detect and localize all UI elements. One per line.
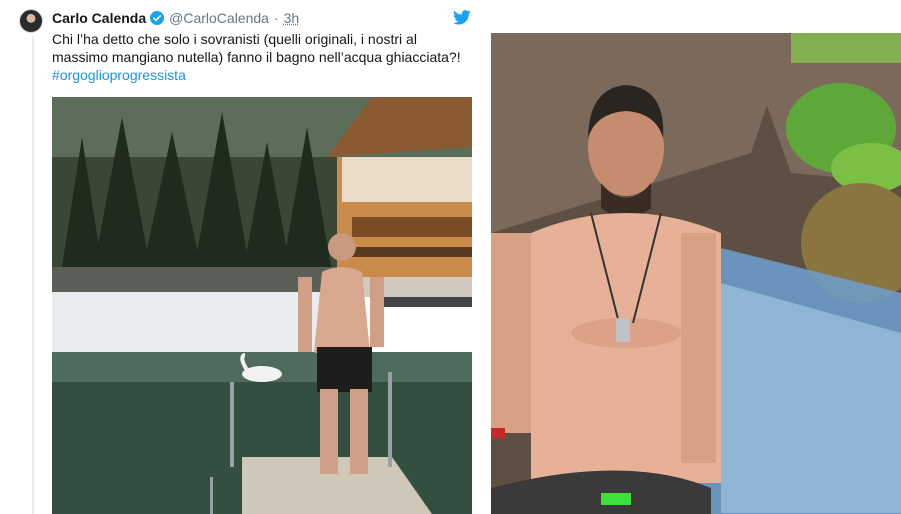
second-photo bbox=[491, 33, 901, 514]
verified-badge-icon bbox=[150, 11, 165, 25]
avatar[interactable] bbox=[19, 9, 43, 33]
author-name[interactable]: Carlo Calenda bbox=[52, 10, 146, 26]
tweet-photo[interactable] bbox=[52, 97, 472, 514]
hashtag-link[interactable]: #orgoglioprogressista bbox=[52, 66, 472, 84]
thread-line bbox=[32, 36, 34, 514]
tweet-text: Chi l’ha detto che solo i sovranisti (qu… bbox=[52, 30, 472, 84]
twitter-bird-icon[interactable] bbox=[453, 10, 471, 25]
separator-dot: · bbox=[273, 10, 279, 26]
tweet-header: Carlo Calenda @CarloCalenda · 3h bbox=[52, 8, 299, 28]
author-handle[interactable]: @CarloCalenda bbox=[169, 10, 269, 26]
tweet-timestamp[interactable]: 3h bbox=[284, 10, 300, 26]
tweet-card: Carlo Calenda @CarloCalenda · 3h Chi l’h… bbox=[0, 0, 482, 514]
tweet-body: Chi l’ha detto che solo i sovranisti (qu… bbox=[52, 31, 461, 65]
